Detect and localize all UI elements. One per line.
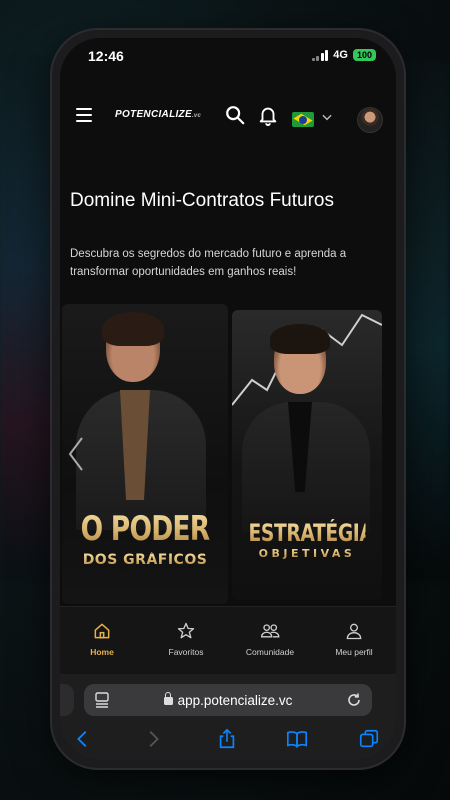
course-subtitle: DOS GRÁFICOS [62,552,228,568]
logo-text: POTENCIALIZE [115,109,192,120]
logo-suffix: .vc [191,113,202,119]
chevron-down-icon[interactable] [320,110,334,124]
page-title: Domine Mini-Contratos Futuros [70,190,334,211]
community-icon [260,624,280,638]
bookmarks-icon[interactable] [286,728,308,750]
course-subtitle: OBJETIVAS [232,547,382,560]
tab-home[interactable]: Home [60,607,144,674]
instructor-hair [102,312,164,346]
bottom-tab-bar: Home Favoritos Comunidade Meu perfil [60,606,396,674]
search-icon[interactable] [224,104,246,126]
bell-icon[interactable] [257,104,279,126]
signal-icon [311,49,329,61]
address-bar[interactable]: app.potencialize.vc [84,684,372,716]
avatar[interactable] [357,107,383,133]
tab-label: Comunidade [245,647,295,657]
battery-icon: 100 [352,49,376,61]
app-header: POTENCIALIZE.vc [60,96,396,136]
share-icon[interactable] [216,728,238,750]
home-icon [94,623,110,639]
back-icon[interactable] [72,728,94,750]
reload-icon[interactable] [346,692,362,708]
url-display[interactable]: app.potencialize.vc [84,692,372,708]
background-blur-left [0,60,60,580]
phone-frame: 12:46 4G 100 POTENCIALIZE.vc Domine Mini… [52,30,404,768]
tab-comunidade[interactable]: Comunidade [228,607,312,674]
course-title: O PODER [80,509,211,549]
logo[interactable]: POTENCIALIZE.vc [115,109,201,120]
forward-icon[interactable] [142,728,164,750]
browser-toolbar [60,726,396,756]
tabs-icon[interactable] [358,728,380,750]
status-time: 12:46 [88,48,124,64]
browser-chrome: app.potencialize.vc [60,674,396,760]
status-bar: 12:46 4G 100 [60,38,396,78]
course-carousel: O PODER DOS GRÁFICOS ESTRATÉGIAS OBJETIV… [60,304,396,604]
tab-label: Favoritos [168,647,204,657]
page-subtitle: Descubra os segredos do mercado futuro e… [70,248,347,278]
course-card[interactable]: ESTRATÉGIAS OBJETIVAS [232,310,382,600]
course-title: ESTRATÉGIAS [248,519,383,547]
tab-favoritos[interactable]: Favoritos [144,607,228,674]
brazil-flag-icon[interactable] [292,112,314,127]
network-type: 4G [333,49,348,61]
tab-label: Home [90,647,114,657]
profile-icon [346,623,362,640]
url-text: app.potencialize.vc [177,693,293,708]
course-card[interactable]: O PODER DOS GRÁFICOS [62,304,228,604]
previous-tab-edge[interactable] [60,684,74,716]
instructor-hair [270,324,330,354]
carousel-prev-icon[interactable] [66,434,86,474]
tab-meu-perfil[interactable]: Meu perfil [312,607,396,674]
phone-screen: 12:46 4G 100 POTENCIALIZE.vc Domine Mini… [60,38,396,760]
menu-icon[interactable] [76,108,92,122]
lock-icon [163,692,173,705]
tab-label: Meu perfil [335,647,373,657]
status-indicators: 4G 100 [311,49,376,61]
star-icon [177,622,195,639]
